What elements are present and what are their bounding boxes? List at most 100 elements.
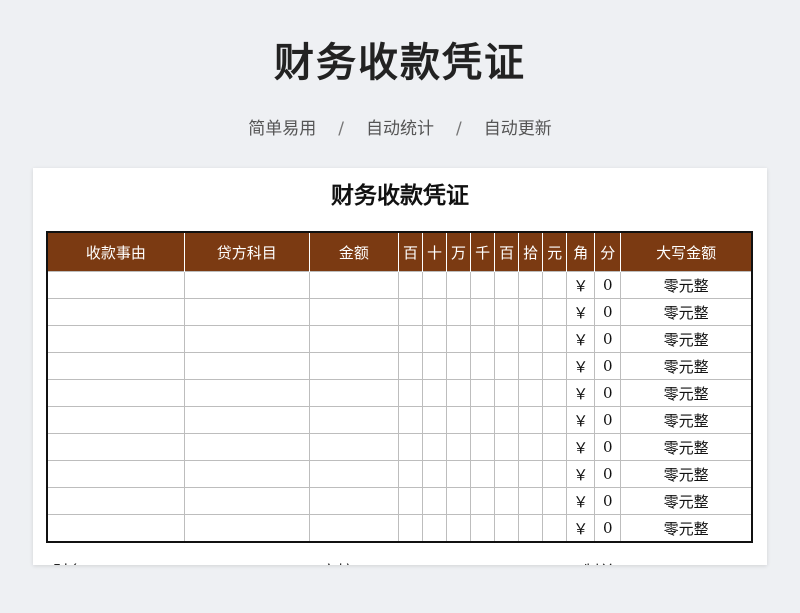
table-cell[interactable] [542,298,568,326]
table-cell[interactable] [46,352,185,380]
table-cell[interactable]: ￥ [566,298,596,326]
table-cell[interactable] [494,514,520,543]
table-cell[interactable] [422,487,448,515]
table-cell[interactable] [397,433,424,461]
table-cell[interactable]: ￥ [566,352,596,380]
table-cell[interactable] [46,325,185,353]
table-cell[interactable]: 零元整 [620,514,753,543]
table-cell[interactable]: 零元整 [620,406,753,434]
table-cell[interactable]: 零元整 [620,460,753,488]
table-cell[interactable] [446,433,472,461]
table-cell[interactable] [183,460,310,488]
table-cell[interactable] [308,514,399,543]
table-cell[interactable] [542,514,568,543]
table-cell[interactable] [46,271,185,299]
table-cell[interactable] [470,487,496,515]
table-cell[interactable]: ￥ [566,433,596,461]
table-cell[interactable] [397,514,424,543]
table-cell[interactable] [183,352,310,380]
table-cell[interactable] [470,271,496,299]
table-cell[interactable] [518,433,544,461]
table-cell[interactable] [542,352,568,380]
table-cell[interactable]: 0 [594,271,622,299]
table-cell[interactable] [446,514,472,543]
table-cell[interactable] [46,487,185,515]
table-cell[interactable] [397,298,424,326]
table-cell[interactable] [422,379,448,407]
table-cell[interactable] [542,379,568,407]
table-cell[interactable] [308,487,399,515]
table-cell[interactable] [470,433,496,461]
table-cell[interactable] [397,352,424,380]
table-cell[interactable] [518,487,544,515]
table-cell[interactable] [422,325,448,353]
table-cell[interactable] [518,514,544,543]
table-cell[interactable] [518,460,544,488]
table-cell[interactable] [308,325,399,353]
table-cell[interactable] [518,406,544,434]
table-cell[interactable] [494,379,520,407]
table-cell[interactable] [470,325,496,353]
table-cell[interactable]: 零元整 [620,298,753,326]
table-cell[interactable] [397,379,424,407]
table-cell[interactable] [308,352,399,380]
table-cell[interactable]: ￥ [566,406,596,434]
table-cell[interactable] [308,379,399,407]
table-cell[interactable]: 0 [594,406,622,434]
table-cell[interactable] [518,298,544,326]
table-cell[interactable] [183,406,310,434]
table-cell[interactable] [542,325,568,353]
table-cell[interactable]: 0 [594,379,622,407]
table-cell[interactable] [470,379,496,407]
table-cell[interactable] [422,352,448,380]
table-cell[interactable] [494,325,520,353]
table-cell[interactable] [183,325,310,353]
table-cell[interactable] [422,433,448,461]
table-cell[interactable] [470,298,496,326]
table-cell[interactable] [183,379,310,407]
table-cell[interactable] [518,352,544,380]
table-cell[interactable] [422,514,448,543]
table-cell[interactable]: 0 [594,433,622,461]
table-cell[interactable] [446,352,472,380]
table-cell[interactable] [422,406,448,434]
table-cell[interactable] [446,325,472,353]
table-cell[interactable] [446,298,472,326]
table-cell[interactable] [183,487,310,515]
table-cell[interactable] [542,460,568,488]
table-cell[interactable] [46,379,185,407]
table-cell[interactable]: 0 [594,487,622,515]
table-cell[interactable] [494,460,520,488]
table-cell[interactable]: 0 [594,352,622,380]
table-cell[interactable] [46,406,185,434]
table-cell[interactable] [446,487,472,515]
table-cell[interactable] [397,406,424,434]
table-cell[interactable] [518,325,544,353]
table-cell[interactable]: 零元整 [620,433,753,461]
table-cell[interactable] [397,325,424,353]
table-cell[interactable] [397,271,424,299]
table-cell[interactable]: ￥ [566,271,596,299]
table-cell[interactable] [494,298,520,326]
table-cell[interactable] [308,433,399,461]
table-cell[interactable] [494,406,520,434]
table-cell[interactable]: 零元整 [620,379,753,407]
table-cell[interactable]: 零元整 [620,271,753,299]
table-cell[interactable] [46,460,185,488]
table-cell[interactable] [46,298,185,326]
table-cell[interactable] [46,514,185,543]
table-cell[interactable] [308,298,399,326]
table-cell[interactable] [397,460,424,488]
table-cell[interactable]: ￥ [566,514,596,543]
table-cell[interactable]: ￥ [566,325,596,353]
table-cell[interactable]: ￥ [566,487,596,515]
table-cell[interactable]: 0 [594,514,622,543]
table-cell[interactable]: ￥ [566,460,596,488]
table-cell[interactable] [470,406,496,434]
table-cell[interactable] [542,271,568,299]
table-cell[interactable] [494,271,520,299]
table-cell[interactable] [183,433,310,461]
table-cell[interactable] [518,271,544,299]
table-cell[interactable] [470,514,496,543]
table-cell[interactable] [422,271,448,299]
